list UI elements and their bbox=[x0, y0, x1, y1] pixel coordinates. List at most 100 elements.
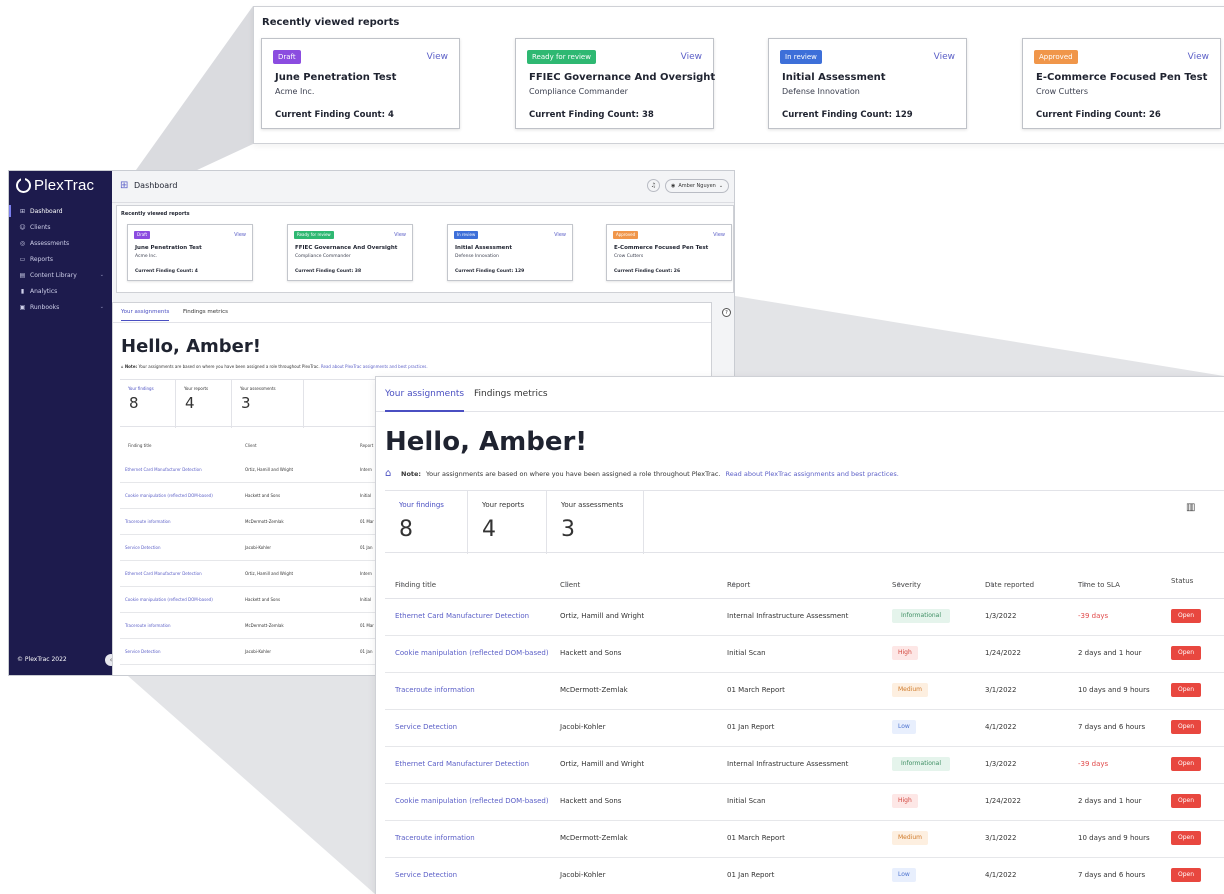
status-badge[interactable]: Open bbox=[1171, 683, 1202, 697]
mini-status-badge: Ready for review bbox=[294, 231, 334, 239]
status-badge[interactable]: Open bbox=[1171, 720, 1202, 734]
table-row[interactable]: Traceroute information McDermott-Zemlak 01… bbox=[385, 673, 1224, 710]
table-row[interactable]: Cookie manipulation (reflected DOM-based… bbox=[385, 636, 1224, 673]
status-badge[interactable]: Open bbox=[1171, 831, 1202, 845]
col-status[interactable]: Status bbox=[1171, 577, 1193, 585]
mini-report-card[interactable]: Draft View June Penetration Test Acme Inc. C… bbox=[127, 224, 253, 281]
mini-col-finding-title[interactable]: Finding title bbox=[128, 443, 151, 448]
mini-report-title: FFIEC Governance And Oversight bbox=[295, 245, 398, 251]
stat-your-assessments[interactable]: Your assessments 3 bbox=[547, 491, 644, 554]
finding-title-link[interactable]: Ethernet Card Manufacturer Detection bbox=[395, 760, 529, 768]
stat-your-reports[interactable]: Your reports 4 bbox=[468, 491, 547, 554]
table-row[interactable]: Ethernet Card Manufacturer Detection Orti… bbox=[385, 599, 1224, 636]
sidebar-item-content-library[interactable]: ▤ Content Library ⌄ bbox=[9, 267, 112, 283]
mini-finding-report: 01 Jan bbox=[360, 545, 373, 550]
finding-title-link[interactable]: Traceroute information bbox=[395, 686, 475, 694]
finding-client: Hackett and Sons bbox=[560, 649, 622, 657]
mini-col-client[interactable]: Client bbox=[245, 443, 257, 448]
sidebar-item-label: Content Library bbox=[30, 271, 77, 279]
mini-finding-title[interactable]: Cookie manipulation (reflected DOM-based… bbox=[125, 597, 213, 602]
logo[interactable]: PlexTrac bbox=[16, 177, 94, 194]
mini-col-report[interactable]: Report bbox=[360, 443, 373, 448]
top-bar: ⊞ Dashboard ♫ ◉ Amber Nguyen ⌄ bbox=[112, 171, 734, 203]
finding-title-link[interactable]: Traceroute information bbox=[395, 834, 475, 842]
finding-title-link[interactable]: Cookie manipulation (reflected DOM-based… bbox=[395, 649, 549, 657]
finding-title-link[interactable]: Ethernet Card Manufacturer Detection bbox=[395, 612, 529, 620]
tab-your-assignments[interactable]: Your assignments bbox=[385, 389, 465, 412]
mini-tab-your-assignments[interactable]: Your assignments bbox=[121, 309, 170, 321]
view-link[interactable]: View bbox=[427, 52, 448, 62]
sidebar-item-dashboard[interactable]: ⊞ Dashboard bbox=[9, 203, 112, 219]
finding-title-link[interactable]: Cookie manipulation (reflected DOM-based… bbox=[395, 797, 549, 805]
status-badge[interactable]: Open bbox=[1171, 868, 1202, 882]
status-badge[interactable]: Open bbox=[1171, 609, 1202, 623]
mini-stat-reports[interactable]: Your reports 4 bbox=[176, 380, 232, 428]
stat-your-findings[interactable]: Your findings 8 bbox=[385, 491, 468, 554]
mini-report-title: E-Commerce Focused Pen Test bbox=[614, 245, 709, 251]
mini-finding-title[interactable]: Ethernet Card Manufacturer Detection bbox=[125, 467, 202, 472]
report-card[interactable]: In review View Initial Assessment Defense I… bbox=[768, 38, 967, 129]
home-icon: ⌂ bbox=[385, 468, 392, 479]
mini-finding-title[interactable]: Cookie manipulation (reflected DOM-based… bbox=[125, 493, 213, 498]
sidebar-item-runbooks[interactable]: ▣ Runbooks ⌄ bbox=[9, 299, 112, 315]
sidebar-item-clients[interactable]: ☺ Clients bbox=[9, 219, 112, 235]
assignment-stats: Your findings 8 Your reports 4 Your asse… bbox=[385, 490, 1224, 554]
mini-report-card[interactable]: Ready for review View FFIEC Governance And… bbox=[287, 224, 413, 281]
chevron-down-icon: ⌄ bbox=[718, 183, 724, 189]
mini-note-link[interactable]: Read about PlexTrac assignments and best… bbox=[321, 364, 428, 369]
mini-finding-title[interactable]: Ethernet Card Manufacturer Detection bbox=[125, 571, 202, 576]
sidebar-item-assessments[interactable]: ◎ Assessments bbox=[9, 235, 112, 251]
notification-bell-icon[interactable]: ♫ bbox=[647, 179, 660, 192]
note-link[interactable]: Read about PlexTrac assignments and best… bbox=[725, 470, 898, 478]
mini-stat-assessments[interactable]: Your assessments 3 bbox=[232, 380, 304, 428]
severity-badge: Informational bbox=[892, 609, 950, 623]
finding-count: Current Finding Count: 4 bbox=[275, 110, 394, 120]
finding-title-link[interactable]: Service Detection bbox=[395, 723, 457, 731]
sidebar-item-label: Runbooks bbox=[30, 303, 60, 311]
status-badge[interactable]: Open bbox=[1171, 646, 1202, 660]
finding-title-link[interactable]: Service Detection bbox=[395, 871, 457, 879]
table-row[interactable]: Traceroute information McDermott-Zemlak 01… bbox=[385, 821, 1224, 858]
date-reported: 1/3/2022 bbox=[985, 612, 1017, 620]
view-link[interactable]: View bbox=[1188, 52, 1209, 62]
mini-report-card[interactable]: In review View Initial Assessment Defense I… bbox=[447, 224, 573, 281]
report-card[interactable]: Approved View E-Commerce Focused Pen Test C… bbox=[1022, 38, 1221, 129]
table-row[interactable]: Ethernet Card Manufacturer Detection Orti… bbox=[385, 747, 1224, 784]
report-card[interactable]: Draft View June Penetration Test Acme Inc. C… bbox=[261, 38, 460, 129]
sidebar-item-label: Assessments bbox=[30, 239, 70, 247]
mini-view-link[interactable]: View bbox=[234, 232, 246, 238]
status-badge[interactable]: Open bbox=[1171, 757, 1202, 771]
table-row[interactable]: Service Detection Jacobi-Kohler 01 Jan Rep… bbox=[385, 710, 1224, 747]
sort-icon: ⇕ bbox=[399, 581, 405, 589]
mini-finding-title[interactable]: Traceroute information bbox=[125, 519, 171, 524]
sidebar-item-reports[interactable]: ▭ Reports bbox=[9, 251, 112, 267]
mini-report-card[interactable]: Approved View E-Commerce Focused Pen Test C… bbox=[606, 224, 732, 281]
mini-recent-reports: Recently viewed reports Draft View June Pe… bbox=[116, 205, 734, 293]
help-icon[interactable]: ? bbox=[722, 308, 731, 317]
mini-stat-findings[interactable]: Your findings 8 bbox=[120, 380, 176, 428]
view-link[interactable]: View bbox=[681, 52, 702, 62]
report-card[interactable]: Ready for review View FFIEC Governance And… bbox=[515, 38, 715, 129]
sidebar-item-analytics[interactable]: ▮ Analytics bbox=[9, 283, 112, 299]
table-row[interactable]: Service Detection Jacobi-Kohler 01 Jan Rep… bbox=[385, 858, 1224, 894]
mini-finding-title[interactable]: Service Detection bbox=[125, 649, 161, 654]
mini-view-link[interactable]: View bbox=[554, 232, 566, 238]
mini-finding-report: 01 Jan bbox=[360, 649, 373, 654]
time-to-sla: -39 days bbox=[1078, 760, 1109, 768]
mini-tab-findings-metrics[interactable]: Findings metrics bbox=[183, 309, 228, 315]
table-row[interactable]: Cookie manipulation (reflected DOM-based… bbox=[385, 784, 1224, 821]
mini-finding-title[interactable]: Service Detection bbox=[125, 545, 161, 550]
finding-count: Current Finding Count: 129 bbox=[782, 110, 913, 120]
mini-view-link[interactable]: View bbox=[713, 232, 725, 238]
mini-stat-label: Your assessments bbox=[240, 386, 276, 391]
mini-finding-title[interactable]: Traceroute information bbox=[125, 623, 171, 628]
user-menu[interactable]: ◉ Amber Nguyen ⌄ bbox=[665, 179, 730, 193]
mini-view-link[interactable]: View bbox=[394, 232, 406, 238]
view-link[interactable]: View bbox=[934, 52, 955, 62]
severity-badge: Low bbox=[892, 868, 916, 882]
tab-findings-metrics[interactable]: Findings metrics bbox=[474, 389, 548, 399]
status-badge[interactable]: Open bbox=[1171, 794, 1202, 808]
date-reported: 3/1/2022 bbox=[985, 834, 1017, 842]
sort-icon: ⇕ bbox=[564, 581, 570, 589]
columns-icon[interactable]: ▥ bbox=[1186, 502, 1195, 513]
